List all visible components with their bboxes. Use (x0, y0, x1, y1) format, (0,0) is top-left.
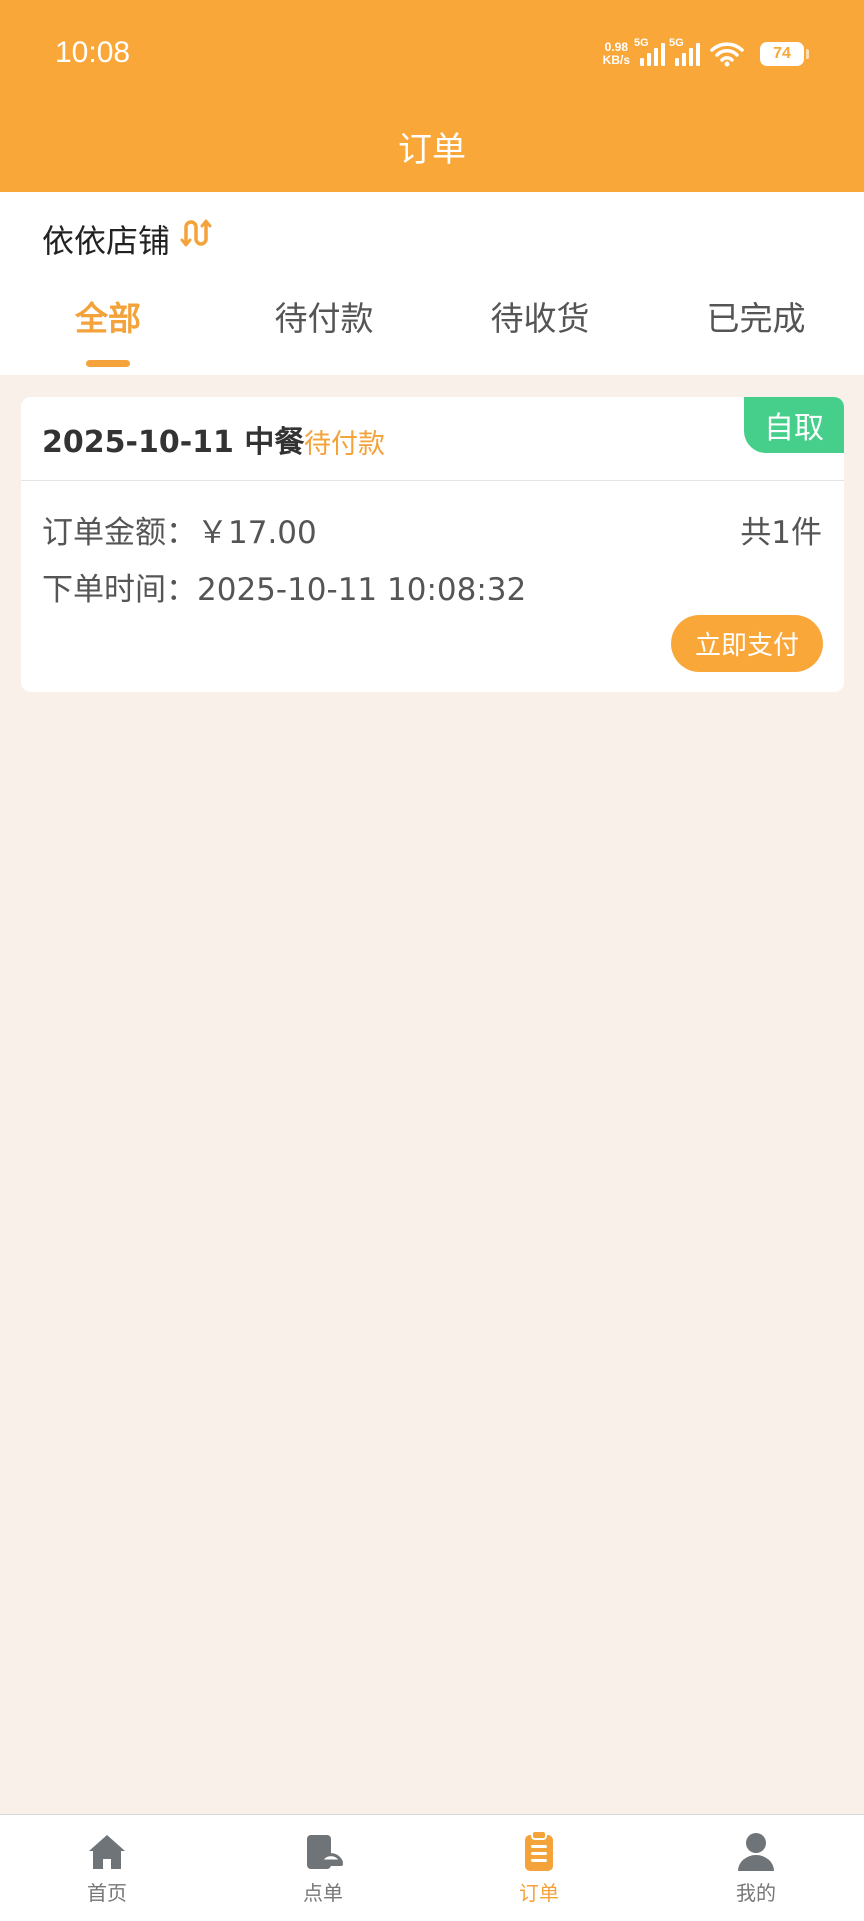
tab-pending-payment[interactable]: 待付款 (224, 292, 424, 340)
nav-item-menu[interactable]: 点单 (253, 1815, 393, 1921)
net-speed: 0.98 KB/s (603, 41, 630, 67)
battery-icon: 74 (760, 42, 809, 66)
order-tabs: 全部 待付款 待收货 已完成 (0, 280, 864, 367)
order-time-label: 下单时间： (42, 572, 197, 608)
nav-label-orders: 订单 (519, 1881, 559, 1905)
store-section: 依依店铺 全部 待付款 待收货 已完成 (0, 192, 864, 375)
order-status: 待付款 (304, 429, 385, 460)
nav-item-profile[interactable]: 我的 (686, 1815, 826, 1921)
menu-order-icon (307, 1835, 343, 1869)
order-title: 2025-10-11 中餐 (42, 425, 305, 460)
status-time: 10:08 (55, 36, 131, 69)
pay-now-button[interactable]: 立即支付 (671, 615, 823, 672)
nav-label-menu: 点单 (303, 1881, 343, 1905)
card-divider (21, 480, 844, 481)
clipboard-icon (525, 1830, 553, 1871)
sim2-label: 5G (669, 36, 684, 49)
user-icon (738, 1833, 774, 1871)
page-title: 订单 (398, 130, 466, 170)
tab-pending-delivery[interactable]: 待收货 (440, 292, 640, 340)
order-time: 2025-10-11 10:08:32 (197, 572, 527, 608)
order-amount: ￥17.00 (197, 515, 317, 551)
signal-icon: 5G (634, 37, 665, 66)
home-icon (89, 1835, 125, 1869)
header-bar: 10:08 0.98 KB/s 5G 5G 74 订单 (0, 0, 864, 192)
tab-all[interactable]: 全部 (8, 292, 208, 340)
tab-completed[interactable]: 已完成 (656, 292, 856, 340)
order-item-count: 共1件 (740, 515, 822, 551)
switch-arrows-icon[interactable] (180, 218, 214, 248)
pickup-badge: 自取 (744, 397, 844, 453)
order-amount-label: 订单金额： (42, 515, 197, 551)
battery-level: 74 (773, 45, 791, 62)
wifi-icon (710, 42, 744, 67)
nav-label-profile: 我的 (736, 1881, 776, 1905)
nav-item-orders[interactable]: 订单 (469, 1815, 609, 1921)
tab-active-indicator (86, 360, 130, 367)
sim1-label: 5G (634, 36, 649, 49)
nav-label-home: 首页 (87, 1881, 127, 1905)
nav-item-home[interactable]: 首页 (37, 1815, 177, 1921)
net-speed-unit: KB/s (602, 53, 630, 67)
signal-icon: 5G (669, 37, 700, 66)
order-amount-row: 订单金额：￥17.00 (42, 507, 317, 552)
store-name[interactable]: 依依店铺 (42, 216, 170, 262)
order-card[interactable]: 2025-10-11 中餐 待付款 自取 订单金额：￥17.00 共1件 下单时… (21, 397, 844, 692)
status-icons: 0.98 KB/s 5G 5G 74 (603, 36, 809, 72)
order-time-row: 下单时间：2025-10-11 10:08:32 (42, 564, 526, 609)
bottom-nav: 首页 点单 订单 我的 (0, 1814, 864, 1921)
